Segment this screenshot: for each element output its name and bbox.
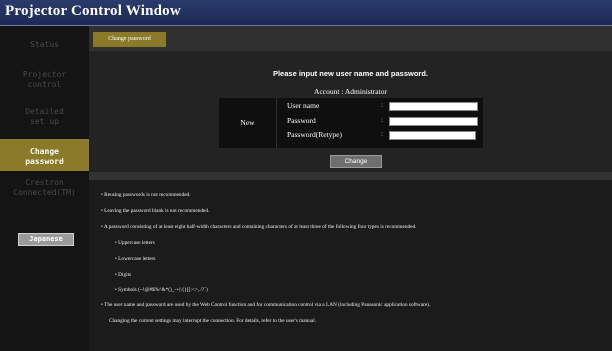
form-heading: Please input new user name and password. [272, 69, 429, 78]
page-toolbar: Change password [89, 26, 612, 51]
account-line: Account : Administrator [314, 87, 387, 96]
japanese-language-button[interactable]: Japanese [18, 233, 74, 246]
title-bar: Projector Control Window [0, 0, 612, 26]
note-sub-item: • Symbols (~!@#$%^&*()_-+|\{}[]:<>,./?`) [115, 287, 208, 293]
password-retype-colon: : [381, 130, 383, 138]
note-item: • A password consisting of at least eigh… [101, 224, 417, 230]
change-password-form: Please input new user name and password.… [89, 51, 612, 172]
note-warning: Changing the current settings may interr… [109, 318, 317, 324]
section-divider [89, 172, 612, 180]
note-item: • Leaving the password blank is not reco… [101, 208, 210, 214]
tab-change-password[interactable]: Change password [93, 32, 166, 47]
user-name-input[interactable] [389, 102, 478, 111]
password-input[interactable] [389, 117, 478, 126]
note-item: • The user name and password are used by… [101, 302, 431, 308]
change-button[interactable]: Change [330, 155, 382, 168]
password-retype-label: Password(Retype) [287, 130, 342, 139]
notes-panel: • Reusing passwords is not recommended. … [89, 180, 612, 351]
note-sub-item: • Uppercase letters [115, 240, 155, 246]
sidebar-item-status[interactable]: Status [0, 40, 89, 50]
note-sub-item: • Lowercase letters [115, 256, 156, 262]
user-name-colon: : [381, 101, 383, 109]
new-label: New [240, 118, 255, 127]
sidebar-item-change-password[interactable]: Change password [0, 139, 89, 171]
note-sub-item: • Digits [115, 272, 132, 278]
note-item: • Reusing passwords is not recommended. [101, 192, 191, 198]
table-divider [276, 98, 277, 148]
user-name-label: User name [287, 101, 320, 110]
password-retype-input[interactable] [389, 131, 476, 140]
sidebar-item-crestron[interactable]: Crestron Connected(TM) [0, 178, 89, 198]
sidebar: Status Projector control Detailed set up… [0, 26, 89, 351]
credentials-table: New User name : Password : Password(Rety… [219, 98, 483, 148]
password-colon: : [381, 116, 383, 124]
sidebar-item-detailed-setup[interactable]: Detailed set up [0, 107, 89, 127]
password-label: Password [287, 116, 316, 125]
sidebar-item-projector-control[interactable]: Projector control [0, 70, 89, 90]
window-title: Projector Control Window [5, 3, 181, 19]
